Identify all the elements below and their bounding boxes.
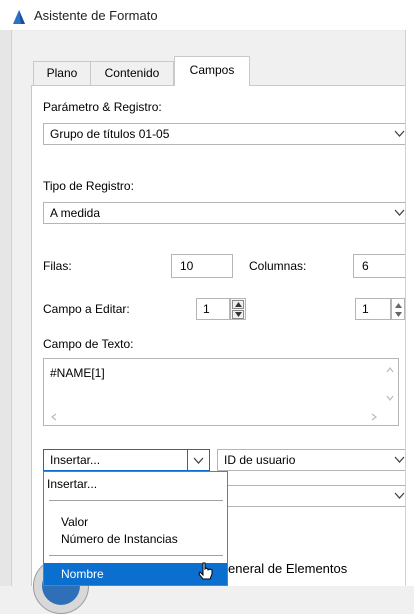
chevron-down-icon xyxy=(394,456,405,463)
window-left-edge xyxy=(0,30,12,586)
tipo-select[interactable]: A medida xyxy=(43,202,411,224)
spin-down-icon[interactable] xyxy=(395,312,402,317)
tipo-label: Tipo de Registro: xyxy=(43,179,134,193)
campo-editar-spinner-2[interactable] xyxy=(391,298,405,320)
campo-texto-value: #NAME[1] xyxy=(50,366,105,380)
campo-texto-label: Campo de Texto: xyxy=(43,337,134,351)
secondary-select[interactable] xyxy=(217,485,411,507)
tab-campos-label: Campos xyxy=(189,63,235,77)
menu-item-numero-instancias[interactable]: Número de Instancias xyxy=(61,532,178,546)
spin-up-icon[interactable] xyxy=(395,303,402,308)
scroll-down-arrow-icon[interactable] xyxy=(386,394,394,402)
campo-texto-textarea[interactable]: #NAME[1] xyxy=(43,358,399,426)
tipo-value: A medida xyxy=(50,206,101,220)
tab-campos[interactable]: Campos xyxy=(174,56,250,86)
chevron-down-icon xyxy=(394,492,405,499)
chevron-down-icon xyxy=(394,209,405,216)
app-logo-icon xyxy=(11,9,27,25)
bottom-label: eneral de Elementos xyxy=(228,561,348,576)
columnas-label: Columnas: xyxy=(249,259,307,273)
filas-input[interactable]: 10 xyxy=(171,254,233,278)
menu-separator xyxy=(49,500,223,501)
insertar-dropdown-button[interactable] xyxy=(187,449,210,471)
window-right-edge xyxy=(405,30,414,586)
horizontal-scrollbar[interactable] xyxy=(45,409,381,425)
scroll-left-arrow-icon[interactable] xyxy=(50,413,58,421)
chevron-down-icon xyxy=(193,457,204,464)
vertical-scrollbar[interactable] xyxy=(382,360,398,409)
menu-separator xyxy=(49,555,223,556)
columnas-input[interactable]: 6 xyxy=(353,254,411,278)
tab-contenido[interactable]: Contenido xyxy=(90,61,174,85)
spin-up-icon[interactable] xyxy=(232,300,244,309)
mouse-cursor-icon xyxy=(198,562,213,580)
spin-down-icon[interactable] xyxy=(232,310,244,319)
tab-plano-label: Plano xyxy=(46,66,78,80)
scroll-up-arrow-icon[interactable] xyxy=(386,366,394,374)
menu-item-valor[interactable]: Valor xyxy=(61,515,88,529)
window-title: Asistente de Formato xyxy=(34,8,158,23)
id-usuario-value: ID de usuario xyxy=(224,453,296,467)
parametro-select[interactable]: Grupo de títulos 01-05 xyxy=(43,123,411,145)
tab-contenido-label: Contenido xyxy=(104,66,160,80)
parametro-value: Grupo de títulos 01-05 xyxy=(50,127,170,141)
campo-editar-spinner-1[interactable] xyxy=(230,298,246,320)
campo-editar-label: Campo a Editar: xyxy=(43,302,130,316)
parametro-label: Parámetro & Registro: xyxy=(43,100,162,114)
chevron-down-icon xyxy=(394,130,405,137)
campo-editar-input-2[interactable]: 1 xyxy=(355,298,391,320)
tab-plano[interactable]: Plano xyxy=(33,61,91,85)
filas-label: Filas: xyxy=(43,259,72,273)
insertar-select[interactable]: Insertar... xyxy=(43,449,188,471)
insertar-value: Insertar... xyxy=(50,453,101,467)
scroll-right-arrow-icon[interactable] xyxy=(370,413,378,421)
id-usuario-select[interactable]: ID de usuario xyxy=(217,449,411,471)
campo-editar-input-1[interactable]: 1 xyxy=(196,298,230,320)
menu-item-insertar[interactable]: Insertar... xyxy=(47,477,97,491)
